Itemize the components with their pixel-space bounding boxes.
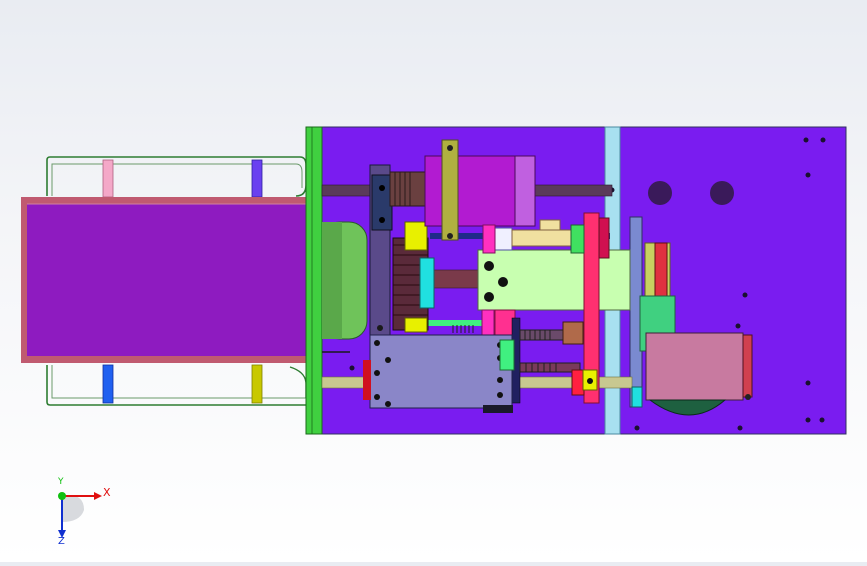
cad-viewport[interactable]: X Y Z bbox=[0, 0, 867, 562]
cyan-collar bbox=[419, 257, 435, 309]
tray[interactable] bbox=[21, 197, 311, 363]
frame-curve-bottom bbox=[289, 366, 307, 398]
motor-green[interactable] bbox=[321, 221, 368, 340]
rod-pink bbox=[102, 159, 114, 198]
shaft-middle bbox=[429, 269, 481, 289]
frame-rail-bottom-inner bbox=[51, 365, 306, 399]
motor-mount bbox=[441, 139, 459, 241]
frame-rail-top-inner bbox=[51, 163, 303, 196]
triad-y-axis bbox=[58, 492, 66, 500]
orientation-triad[interactable]: X Y Z bbox=[40, 477, 120, 550]
triad-shadow bbox=[62, 495, 84, 522]
triad-x-label: X bbox=[103, 486, 111, 499]
lead-screw-top bbox=[511, 229, 573, 247]
lower-block[interactable] bbox=[363, 334, 515, 413]
hole-large-1 bbox=[648, 181, 672, 205]
side-plate bbox=[305, 126, 323, 435]
gear-column[interactable] bbox=[369, 164, 435, 336]
post-magenta bbox=[482, 224, 496, 254]
spring-lower bbox=[519, 362, 581, 373]
rod-blue bbox=[102, 364, 114, 404]
triad-z-label: Z bbox=[58, 536, 65, 547]
rod-violet bbox=[251, 159, 263, 198]
collar-red bbox=[571, 369, 585, 396]
yellow-clamp-bottom bbox=[404, 317, 428, 333]
shaft-thin-green bbox=[425, 320, 485, 326]
tray-body bbox=[27, 204, 309, 356]
frame-rail-top bbox=[46, 156, 307, 197]
lower-block-body bbox=[369, 334, 513, 409]
frame-rail-bottom bbox=[46, 365, 308, 406]
yellow-clamp-top bbox=[404, 221, 428, 251]
hole-large-2 bbox=[710, 181, 734, 205]
stepper-body bbox=[645, 332, 744, 401]
rod-yellow bbox=[251, 364, 263, 404]
triad-y-label: Y bbox=[58, 477, 64, 487]
